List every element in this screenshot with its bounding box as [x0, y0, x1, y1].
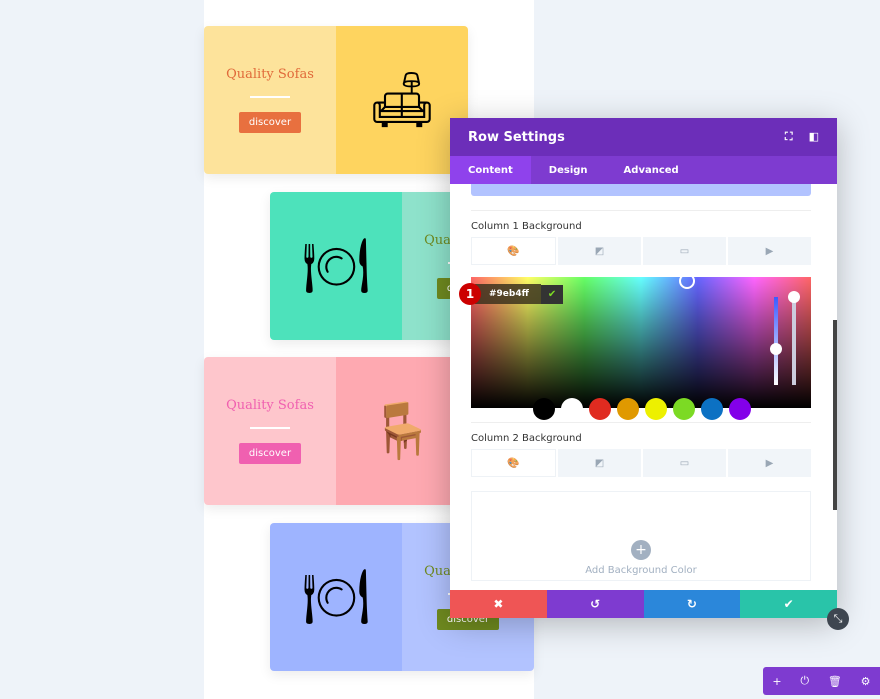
color-picker-handle[interactable]: [679, 273, 695, 289]
color-picker[interactable]: 1 #9eb4ff ✔: [459, 273, 811, 420]
add-bg-label: Add Background Color: [585, 565, 697, 576]
card-title: Quality Sofas: [226, 67, 314, 82]
resize-handle-icon[interactable]: ⤡: [827, 608, 849, 630]
gear-icon[interactable]: ⚙: [861, 675, 871, 688]
undo-button[interactable]: ↺: [546, 590, 644, 618]
discover-button[interactable]: discover: [238, 112, 302, 133]
opacity-slider[interactable]: [792, 297, 796, 385]
row-settings-modal: Row Settings ⛶ ◧ Content Design Advanced …: [450, 118, 837, 618]
color-swatch[interactable]: [589, 398, 611, 420]
save-button[interactable]: ✔: [740, 590, 837, 618]
product-card: Quality Sofas discover 🛋: [204, 26, 468, 174]
product-card: Quality Sofas discover 🪑: [204, 357, 468, 505]
bg-color-tab[interactable]: 🎨: [471, 449, 556, 477]
tab-advanced[interactable]: Advanced: [606, 156, 697, 184]
step-badge: 1: [459, 283, 481, 305]
bg-color-tab[interactable]: 🎨: [471, 237, 556, 265]
bg-video-tab[interactable]: ▶: [728, 237, 811, 265]
trash-icon[interactable]: 🗑: [828, 675, 842, 688]
tab-design[interactable]: Design: [531, 156, 606, 184]
color-preview: [471, 184, 811, 196]
modal-title: Row Settings: [468, 129, 565, 145]
column1-bg-label: Column 1 Background: [471, 221, 582, 232]
color-swatch[interactable]: [561, 398, 583, 420]
column2-bg-label: Column 2 Background: [471, 433, 582, 444]
cancel-button[interactable]: ✖: [450, 590, 547, 618]
discover-button[interactable]: discover: [238, 443, 302, 464]
add-bg-color-button[interactable]: + Add Background Color: [471, 491, 811, 581]
bg-video-tab[interactable]: ▶: [728, 449, 811, 477]
color-swatch[interactable]: [701, 398, 723, 420]
sofa-icon: 🛋: [336, 26, 468, 174]
color-swatch[interactable]: [729, 398, 751, 420]
dining-table-icon: 🍽: [270, 192, 402, 340]
color-swatch[interactable]: [645, 398, 667, 420]
sidebar-toggle-icon[interactable]: ◧: [809, 130, 819, 144]
card-title: Quality Sofas: [226, 398, 314, 413]
modal-header: Row Settings ⛶ ◧: [450, 118, 837, 156]
bg-image-tab[interactable]: ▭: [643, 449, 726, 477]
add-icon[interactable]: +: [772, 675, 781, 688]
bg-gradient-tab[interactable]: ◩: [558, 237, 641, 265]
color-swatch[interactable]: [533, 398, 555, 420]
hex-input[interactable]: #9eb4ff: [475, 284, 541, 304]
scrollbar[interactable]: [833, 320, 837, 510]
redo-button[interactable]: ↻: [643, 590, 741, 618]
color-swatch[interactable]: [673, 398, 695, 420]
confirm-hex-icon[interactable]: ✔: [540, 284, 564, 304]
hue-slider[interactable]: [774, 297, 778, 385]
row-toolbar: + ⏻ 🗑 ⚙: [763, 667, 880, 695]
bg-image-tab[interactable]: ▭: [643, 237, 726, 265]
bg-gradient-tab[interactable]: ◩: [558, 449, 641, 477]
dining-table-icon: 🍽: [270, 523, 402, 671]
desk-chair-icon: 🪑: [336, 357, 468, 505]
plus-icon: +: [631, 540, 651, 560]
tab-content[interactable]: Content: [450, 156, 531, 184]
power-icon[interactable]: ⏻: [800, 674, 809, 688]
fullscreen-icon[interactable]: ⛶: [785, 130, 793, 144]
color-swatch[interactable]: [617, 398, 639, 420]
